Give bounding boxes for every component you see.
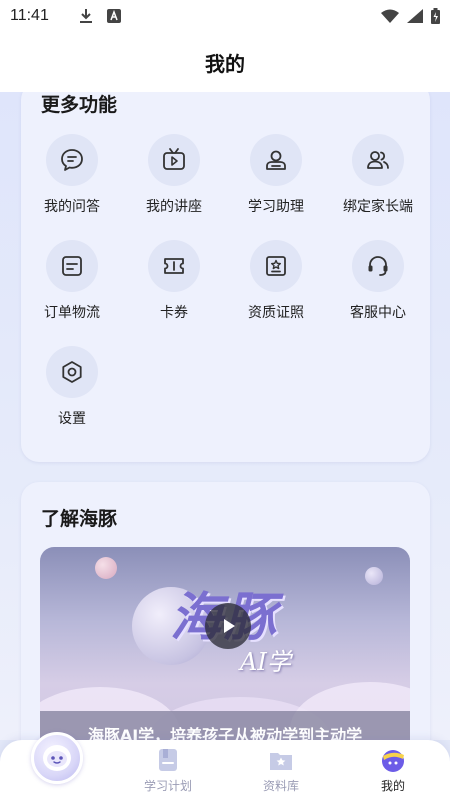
- feature-label: 我的讲座: [146, 199, 202, 215]
- library-icon: [270, 753, 292, 770]
- planet-decoration: [95, 557, 117, 579]
- nav-label: 资料库: [262, 779, 299, 793]
- headset-icon: [368, 256, 388, 276]
- signal-icon: [407, 9, 423, 23]
- feature-settings[interactable]: 设置: [21, 346, 123, 436]
- video-brand-subtitle: AI学: [240, 648, 291, 676]
- feature-bind-parent[interactable]: 绑定家长端: [327, 134, 429, 224]
- tv-play-icon: [163, 148, 185, 170]
- order-list-icon: [62, 256, 82, 276]
- assistant-person-icon: [266, 150, 286, 170]
- certificate-icon: [266, 256, 286, 276]
- nav-mine[interactable]: 我的: [358, 746, 428, 796]
- download-icon: [79, 9, 92, 23]
- profile-icon: [382, 750, 404, 772]
- page-title: 我的: [205, 51, 245, 76]
- play-icon: [224, 619, 235, 633]
- feature-label: 学习助理: [248, 199, 304, 215]
- more-features-card: 更多功能 我的问答 我的讲座 学习助理 绑定家长端 订单物流 卡券 资质证照 客…: [21, 92, 430, 462]
- feature-coupons[interactable]: 卡券: [123, 240, 225, 330]
- battery-icon: [431, 8, 440, 24]
- about-title: 了解海豚: [41, 508, 118, 530]
- more-features-title: 更多功能: [41, 94, 118, 116]
- play-button[interactable]: [205, 603, 251, 649]
- ai-assistant-avatar[interactable]: [31, 732, 83, 784]
- bottom-nav: 学习计划 资料库 我的: [0, 732, 450, 800]
- feature-label: 设置: [58, 411, 86, 427]
- wifi-icon: [381, 9, 399, 23]
- nav-library[interactable]: 资料库: [246, 746, 316, 796]
- about-card: 了解海豚 海豚 AI学 海豚AI学，培养孩子从被动学到主动学: [21, 482, 430, 740]
- planet-decoration: [365, 567, 383, 585]
- status-bar: 11:41: [0, 0, 450, 32]
- feature-certificates[interactable]: 资质证照: [225, 240, 327, 330]
- feature-label: 客服中心: [350, 305, 406, 321]
- feature-label: 绑定家长端: [343, 199, 413, 215]
- video-caption-bar: 海豚AI学，培养孩子从被动学到主动学: [40, 711, 410, 740]
- ticket-icon: [164, 258, 184, 274]
- feature-label: 资质证照: [248, 305, 304, 321]
- feature-my-qa[interactable]: 我的问答: [21, 134, 123, 224]
- intro-video[interactable]: 海豚 AI学 海豚AI学，培养孩子从被动学到主动学: [40, 547, 410, 740]
- app-notification-icon: [106, 9, 121, 23]
- study-plan-icon: [159, 749, 177, 771]
- chat-bubble-icon: [61, 149, 83, 171]
- nav-label: 学习计划: [143, 779, 192, 793]
- feature-my-lectures[interactable]: 我的讲座: [123, 134, 225, 224]
- nav-study-plan[interactable]: 学习计划: [133, 746, 203, 796]
- feature-label: 卡券: [160, 305, 188, 321]
- robot-avatar-icon: [43, 745, 71, 771]
- feature-order-logistics[interactable]: 订单物流: [21, 240, 123, 330]
- feature-study-assistant[interactable]: 学习助理: [225, 134, 327, 224]
- main-content[interactable]: 更多功能 我的问答 我的讲座 学习助理 绑定家长端 订单物流 卡券 资质证照 客…: [0, 92, 450, 740]
- feature-label: 订单物流: [44, 305, 100, 321]
- page-header: 我的: [0, 32, 450, 92]
- video-caption: 海豚AI学，培养孩子从被动学到主动学: [87, 726, 363, 740]
- users-icon: [367, 151, 389, 169]
- gear-icon: [62, 361, 82, 383]
- nav-label: 我的: [380, 779, 405, 793]
- feature-label: 我的问答: [44, 199, 100, 215]
- feature-customer-service[interactable]: 客服中心: [327, 240, 429, 330]
- status-time: 11:41: [10, 7, 49, 24]
